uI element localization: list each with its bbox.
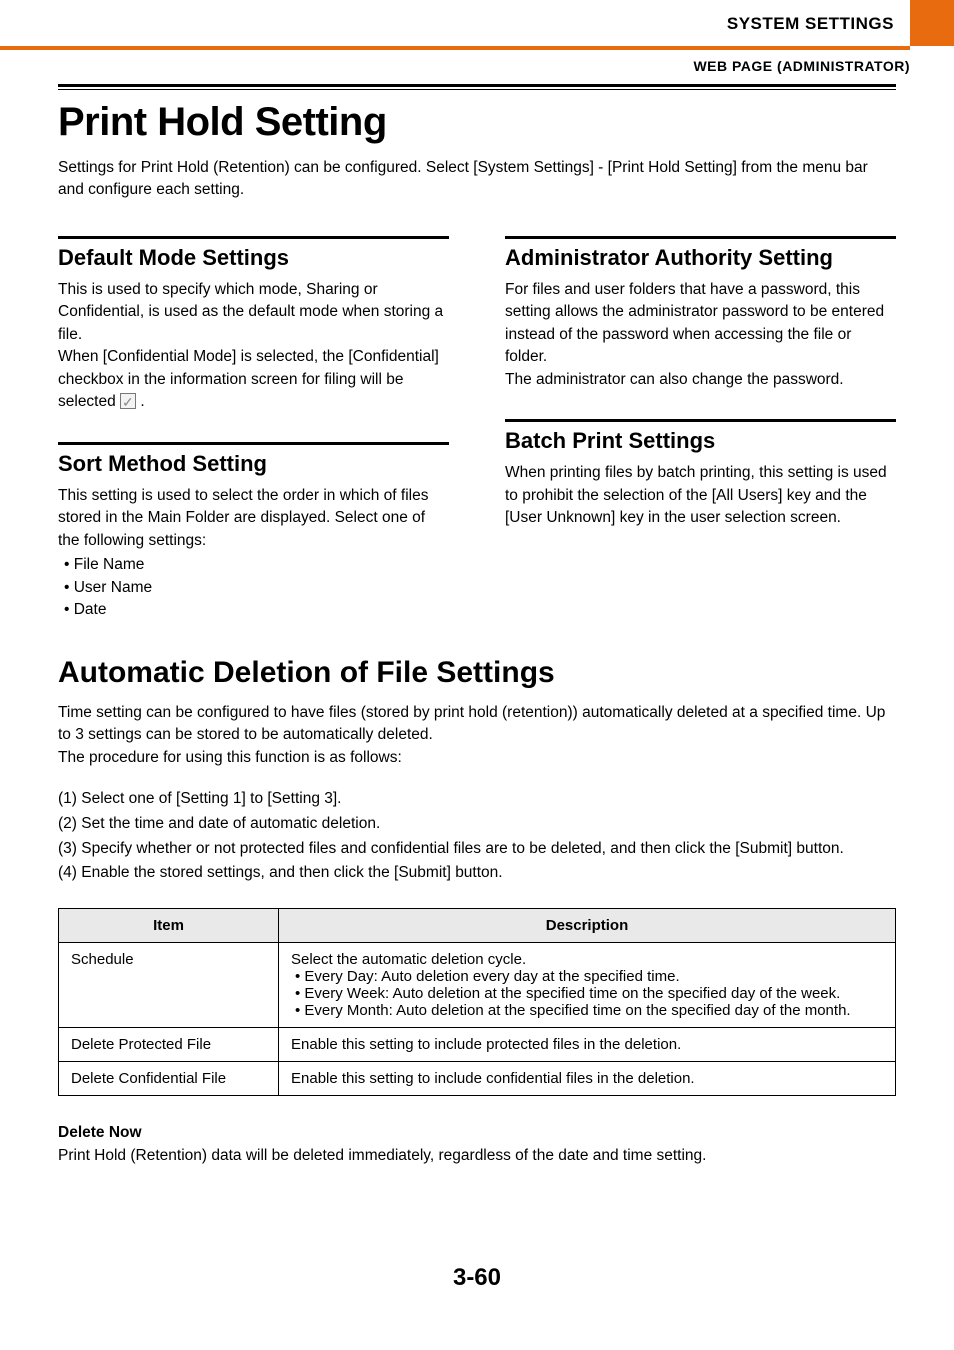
delete-now-body: Print Hold (Retention) data will be dele… — [58, 1145, 896, 1167]
sort-method-p: This setting is used to select the order… — [58, 485, 449, 552]
cell-description: Enable this setting to include confident… — [279, 1062, 896, 1096]
sort-method-list: File Name User Name Date — [64, 554, 449, 621]
left-column: Default Mode Settings This is used to sp… — [58, 236, 449, 650]
section-rule — [58, 442, 449, 445]
page-number: 3-60 — [0, 1264, 954, 1292]
cell-item: Schedule — [59, 943, 279, 1028]
list-item: File Name — [64, 554, 449, 576]
delete-now-block: Delete Now Print Hold (Retention) data w… — [58, 1122, 896, 1167]
cell-item: Delete Confidential File — [59, 1062, 279, 1096]
checkbox-icon — [120, 393, 136, 409]
auto-deletion-p2: The procedure for using this function is… — [58, 747, 896, 769]
admin-authority-heading: Administrator Authority Setting — [505, 245, 896, 271]
title-rule-top — [58, 84, 896, 87]
cell-bullet: Every Week: Auto deletion at the specifi… — [295, 985, 883, 1002]
title-rule-thin — [58, 89, 896, 90]
auto-deletion-p1: Time setting can be configured to have f… — [58, 702, 896, 747]
subheader: WEB PAGE (ADMINISTRATOR) — [0, 50, 954, 84]
procedure-step: (2) Set the time and date of automatic d… — [58, 812, 896, 837]
section-rule — [58, 236, 449, 239]
th-description: Description — [279, 909, 896, 943]
procedure-step: (4) Enable the stored settings, and then… — [58, 861, 896, 886]
batch-print-heading: Batch Print Settings — [505, 428, 896, 454]
procedure-step: (3) Specify whether or not protected fil… — [58, 837, 896, 862]
table-header-row: Item Description — [59, 909, 896, 943]
procedure-list: (1) Select one of [Setting 1] to [Settin… — [58, 787, 896, 886]
intro-paragraph: Settings for Print Hold (Retention) can … — [58, 157, 896, 202]
right-column: Administrator Authority Setting For file… — [505, 236, 896, 650]
section-header: SYSTEM SETTINGS — [727, 0, 910, 46]
default-mode-heading: Default Mode Settings — [58, 245, 449, 271]
batch-print-p: When printing files by batch printing, t… — [505, 462, 896, 529]
header-bar: SYSTEM SETTINGS — [0, 0, 954, 46]
page-title: Print Hold Setting — [58, 100, 896, 145]
procedure-step: (1) Select one of [Setting 1] to [Settin… — [58, 787, 896, 812]
default-mode-p2: When [Confidential Mode] is selected, th… — [58, 346, 449, 413]
table-row: Schedule Select the automatic deletion c… — [59, 943, 896, 1028]
th-item: Item — [59, 909, 279, 943]
sort-method-heading: Sort Method Setting — [58, 451, 449, 477]
admin-authority-p2: The administrator can also change the pa… — [505, 369, 896, 391]
cell-description: Enable this setting to include protected… — [279, 1028, 896, 1062]
cell-item: Delete Protected File — [59, 1028, 279, 1062]
default-mode-p2a: When [Confidential Mode] is selected, th… — [58, 348, 439, 410]
default-mode-p2b: . — [136, 393, 145, 410]
settings-table: Item Description Schedule Select the aut… — [58, 908, 896, 1096]
table-row: Delete Protected File Enable this settin… — [59, 1028, 896, 1062]
list-item: Date — [64, 599, 449, 621]
cell-description: Select the automatic deletion cycle. Eve… — [279, 943, 896, 1028]
header-accent — [910, 0, 954, 46]
section-rule — [505, 236, 896, 239]
section-rule — [505, 419, 896, 422]
cell-bullet: Every Month: Auto deletion at the specif… — [295, 1002, 883, 1019]
list-item: User Name — [64, 577, 449, 599]
cell-lead: Select the automatic deletion cycle. — [291, 951, 883, 968]
table-row: Delete Confidential File Enable this set… — [59, 1062, 896, 1096]
admin-authority-p1: For files and user folders that have a p… — [505, 279, 896, 369]
cell-bullet: Every Day: Auto deletion every day at th… — [295, 968, 883, 985]
default-mode-p1: This is used to specify which mode, Shar… — [58, 279, 449, 346]
auto-deletion-heading: Automatic Deletion of File Settings — [58, 656, 896, 690]
delete-now-title: Delete Now — [58, 1122, 896, 1144]
